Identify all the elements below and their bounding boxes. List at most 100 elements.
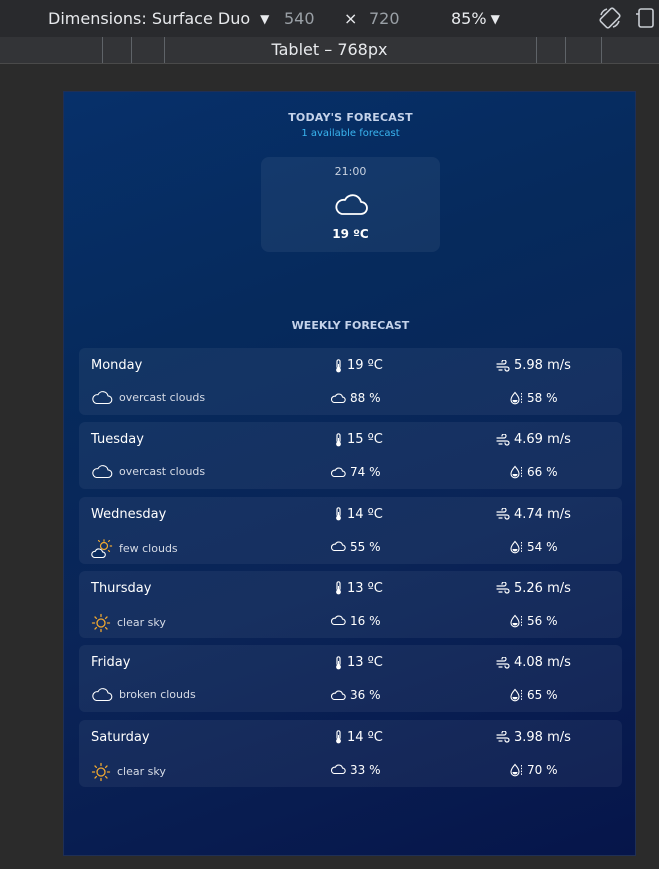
day-cloudiness: 88 %	[330, 391, 381, 405]
height-input[interactable]: 720	[369, 9, 400, 28]
app-viewport: TODAY'S FORECAST 1 available forecast 21…	[63, 91, 636, 856]
media-query-label[interactable]: Tablet – 768px	[0, 40, 659, 59]
cloud-icon	[330, 393, 346, 403]
day-description: overcast clouds	[91, 390, 205, 405]
today-forecast-title: TODAY'S FORECAST	[288, 111, 413, 124]
sun-cloud-icon	[91, 538, 113, 559]
day-wind: 5.26 m/s	[496, 581, 571, 596]
day-temperature: 15 ºC	[334, 432, 383, 447]
cloud-icon	[330, 541, 346, 552]
day-wind-value: 3.98 m/s	[514, 729, 571, 745]
day-desc-text: overcast clouds	[119, 391, 206, 404]
forecast-temp: 19 ºC	[332, 227, 369, 241]
cloud-icon	[91, 390, 113, 405]
day-temperature: 19 ºC	[334, 358, 383, 373]
day-temp-value: 14 ºC	[347, 506, 383, 522]
day-clouds-value: 55 %	[350, 539, 381, 554]
day-humidity-value: 65 %	[527, 688, 558, 703]
day-wind-value: 4.69 m/s	[514, 432, 571, 448]
day-wind-value: 5.98 m/s	[514, 358, 571, 373]
day-wind: 3.98 m/s	[496, 730, 571, 745]
cloud-icon	[330, 690, 346, 700]
sun-icon	[91, 762, 111, 782]
day-wind-value: 4.74 m/s	[514, 506, 571, 522]
day-temp-value: 19 ºC	[347, 358, 383, 373]
thermometer-icon	[336, 432, 341, 447]
day-temp-value: 13 ºC	[347, 580, 383, 596]
day-temp-value: 13 ºC	[347, 655, 383, 671]
thermometer-icon	[336, 358, 341, 372]
rotate-icon[interactable]	[598, 6, 622, 30]
device-frame-icon[interactable]	[636, 6, 656, 30]
day-desc-text: clear sky	[117, 765, 166, 778]
day-forecast-row-saturday[interactable]: Saturday 14 ºC 3.98 m/s clear sky 33 % 7…	[79, 719, 622, 787]
device-select[interactable]: Dimensions: Surface Duo ▼	[48, 9, 269, 28]
day-humidity: 56 %	[510, 614, 558, 628]
day-clouds-value: 88 %	[350, 391, 381, 405]
day-forecast-row-friday[interactable]: Friday 13 ºC 4.08 m/s broken clouds 36 %…	[79, 645, 622, 713]
sun-icon	[91, 613, 111, 633]
day-temperature: 14 ºC	[334, 507, 383, 522]
day-humidity: 70 %	[510, 763, 558, 777]
day-name: Monday	[91, 358, 143, 373]
day-humidity: 65 %	[510, 688, 558, 702]
humidity-icon	[510, 763, 522, 776]
wind-icon	[496, 359, 510, 372]
day-humidity-value: 54 %	[527, 539, 558, 554]
zoom-select[interactable]: 85% ▼	[451, 9, 500, 28]
cloud-icon	[330, 615, 346, 626]
times-sign: ×	[344, 9, 358, 28]
day-cloudiness: 33 %	[330, 763, 381, 777]
wind-icon	[496, 656, 510, 669]
day-temp-value: 15 ºC	[347, 432, 383, 448]
cloud-icon	[91, 687, 113, 702]
day-humidity-value: 70 %	[527, 762, 558, 777]
zoom-label: 85%	[451, 9, 487, 28]
wind-icon	[496, 433, 510, 446]
day-name: Friday	[91, 655, 131, 671]
width-input[interactable]: 540	[284, 9, 315, 28]
cloud-icon	[330, 467, 346, 477]
day-humidity: 58 %	[510, 391, 558, 405]
day-desc-text: few clouds	[119, 542, 178, 556]
thermometer-icon	[336, 730, 341, 744]
day-name: Tuesday	[91, 432, 144, 448]
day-desc-text: clear sky	[117, 616, 166, 630]
cloud-icon	[335, 194, 368, 215]
day-wind: 4.74 m/s	[496, 507, 571, 522]
available-forecast-count: 1 available forecast	[301, 128, 400, 139]
weekly-forecast-title: WEEKLY FORECAST	[291, 319, 410, 332]
day-forecast-row-monday[interactable]: Monday 19 ºC 5.98 m/s overcast clouds 88…	[79, 348, 622, 415]
day-clouds-value: 16 %	[350, 613, 381, 628]
day-cloudiness: 55 %	[330, 540, 381, 554]
day-description: broken clouds	[91, 687, 196, 702]
humidity-icon	[510, 391, 522, 405]
day-wind: 4.69 m/s	[496, 432, 571, 447]
day-temperature: 13 ºC	[334, 581, 383, 596]
day-humidity-value: 58 %	[527, 391, 558, 405]
forecast-time: 21:00	[334, 165, 367, 178]
day-description: clear sky	[91, 613, 166, 633]
day-humidity-value: 56 %	[527, 613, 558, 628]
day-humidity: 66 %	[510, 465, 558, 479]
day-humidity: 54 %	[510, 540, 558, 554]
day-cloudiness: 36 %	[330, 688, 381, 702]
wind-icon	[496, 508, 510, 520]
day-wind-value: 5.26 m/s	[514, 580, 571, 596]
devtools-toolbar: Dimensions: Surface Duo ▼ 540 × 720 85% …	[0, 0, 659, 38]
day-name: Wednesday	[91, 506, 167, 522]
day-clouds-value: 33 %	[350, 762, 381, 777]
day-temperature: 14 ºC	[334, 730, 383, 745]
day-forecast-row-wednesday[interactable]: Wednesday 14 ºC 4.74 m/s few clouds 55 %…	[79, 496, 622, 564]
chevron-down-icon: ▼	[260, 11, 270, 26]
today-forecast-card[interactable]: 21:00 19 ºC	[261, 157, 440, 252]
thermometer-icon	[336, 655, 341, 670]
day-name: Saturday	[91, 729, 150, 745]
cloud-icon	[91, 464, 113, 479]
day-forecast-row-thursday[interactable]: Thursday 13 ºC 5.26 m/s clear sky 16 % 5…	[79, 570, 622, 638]
media-query-bar: Tablet – 768px	[0, 37, 659, 64]
day-description: clear sky	[91, 762, 166, 782]
cloud-icon	[330, 764, 346, 775]
day-forecast-row-tuesday[interactable]: Tuesday 15 ºC 4.69 m/s overcast clouds 7…	[79, 422, 622, 490]
day-humidity-value: 66 %	[527, 465, 558, 480]
